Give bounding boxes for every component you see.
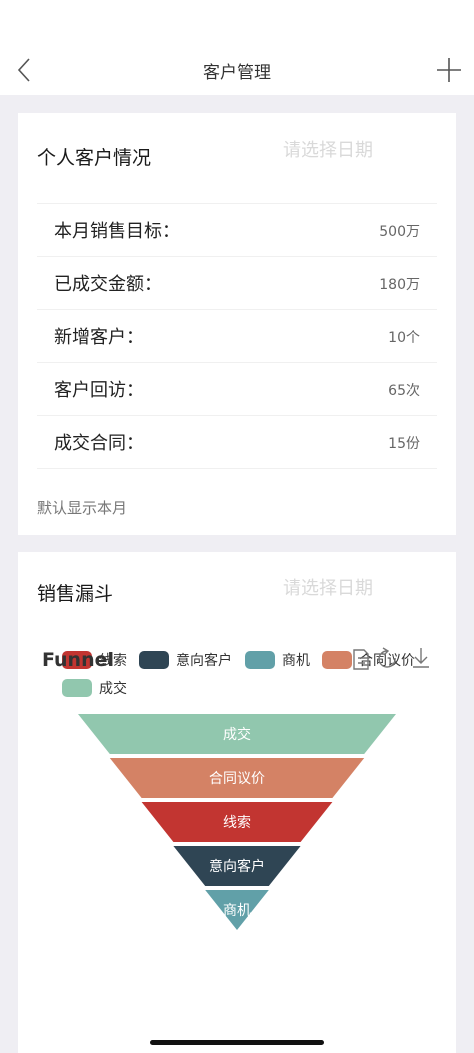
default-period-note: 默认显示本月 bbox=[37, 499, 128, 517]
chart-title: Funnel bbox=[42, 649, 114, 671]
stat-row-sales-target: 本月销售目标： 500万 bbox=[37, 204, 437, 257]
stats-list: 本月销售目标： 500万 已成交金额： 180万 新增客户： 10个 客户回访：… bbox=[37, 203, 437, 469]
sales-funnel-card: 销售漏斗 请选择日期 线索 意向客户 商机 合同议价 成交 Funnel 成交 合同议价 线索意… bbox=[18, 552, 456, 1053]
stat-value: 500万 bbox=[379, 224, 420, 240]
stat-label: 本月销售目标： bbox=[54, 221, 180, 242]
stat-row-contracts: 成交合同： 15份 bbox=[37, 416, 437, 469]
funnel-chart-svg: 线索 意向客户 商机 合同议价成交Funnel成交合同议价线索意向客户商机 bbox=[42, 647, 429, 930]
plus-icon bbox=[437, 58, 461, 82]
date-picker[interactable]: 请选择日期 bbox=[283, 574, 373, 600]
download-icon[interactable] bbox=[413, 648, 429, 668]
legend-swatch-stage-1[interactable] bbox=[139, 651, 169, 669]
stat-label: 客户回访： bbox=[54, 380, 144, 401]
legend-label-stage-1[interactable]: 意向客户 bbox=[176, 652, 232, 669]
funnel-chart: 线索 意向客户 商机 合同议价 成交 Funnel 成交 合同议价 线索 意向客户 商机 bbox=[18, 642, 456, 942]
stat-value: 10个 bbox=[388, 330, 420, 346]
personal-customer-card: 个人客户情况 请选择日期 本月销售目标： 500万 已成交金额： 180万 新增… bbox=[18, 113, 456, 535]
stat-value: 15份 bbox=[388, 436, 420, 452]
stat-label: 已成交金额： bbox=[54, 274, 162, 295]
funnel-label-stage-1: 合同议价 bbox=[209, 771, 265, 787]
status-bar bbox=[0, 0, 474, 45]
legend-label-stage-4[interactable]: 成交 bbox=[99, 680, 127, 697]
stat-value: 65次 bbox=[388, 383, 420, 399]
funnel-label-stage-3: 意向客户 bbox=[209, 858, 265, 875]
home-indicator bbox=[150, 1040, 324, 1045]
funnel-label-stage-2: 线索 bbox=[223, 814, 251, 831]
stat-label: 成交合同： bbox=[54, 433, 144, 454]
card-title: 销售漏斗 bbox=[37, 583, 114, 605]
stat-value: 180万 bbox=[379, 277, 420, 293]
legend-swatch-stage-4[interactable] bbox=[62, 679, 92, 697]
stat-row-closed-amount: 已成交金额： 180万 bbox=[37, 257, 437, 310]
stat-label: 新增客户： bbox=[54, 327, 144, 348]
add-button[interactable] bbox=[434, 55, 464, 85]
funnel-label-stage-4: 商机 bbox=[223, 903, 251, 919]
funnel-label-stage-0: 成交 bbox=[223, 726, 251, 743]
card-title: 个人客户情况 bbox=[37, 147, 152, 169]
navigation-bar: 客户管理 bbox=[0, 45, 474, 95]
stat-row-new-customers: 新增客户： 10个 bbox=[37, 310, 437, 363]
date-picker[interactable]: 请选择日期 bbox=[283, 136, 373, 162]
legend-label-stage-2[interactable]: 商机 bbox=[282, 653, 310, 669]
stat-row-customer-visits: 客户回访： 65次 bbox=[37, 363, 437, 416]
page-title: 客户管理 bbox=[203, 63, 271, 83]
legend-swatch-stage-3[interactable] bbox=[322, 651, 352, 669]
legend-swatch-stage-2[interactable] bbox=[245, 651, 275, 669]
